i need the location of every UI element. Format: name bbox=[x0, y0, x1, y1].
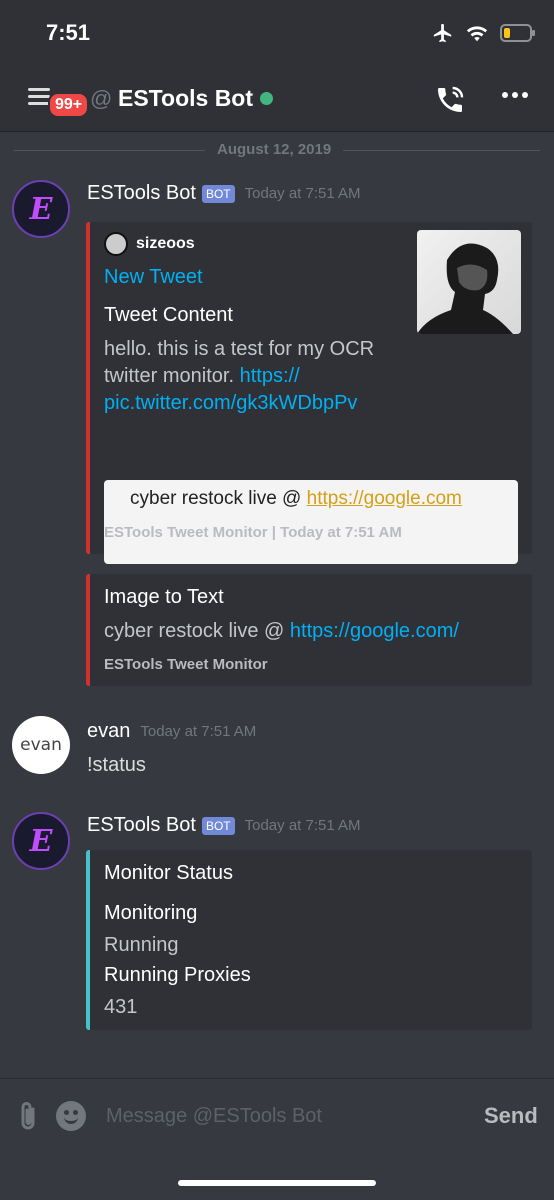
timestamp: Today at 7:51 AM bbox=[140, 723, 257, 740]
message-header: evan Today at 7:51 AM bbox=[87, 720, 256, 743]
embed-field-name: Image to Text bbox=[104, 586, 224, 608]
message-content: !status bbox=[87, 754, 146, 776]
send-button[interactable]: Send bbox=[484, 1103, 538, 1129]
call-icon[interactable] bbox=[434, 84, 466, 116]
ocr-link[interactable]: https://google.com/ bbox=[290, 620, 459, 642]
embed-field-value: 431 bbox=[104, 996, 138, 1018]
embed-footer: ESTools Tweet Monitor | Today at 7:51 AM bbox=[104, 524, 402, 541]
battery-level bbox=[504, 28, 510, 38]
bot-tag: BOT bbox=[201, 816, 235, 835]
status-embed: Monitor Status Monitoring Running Runnin… bbox=[86, 850, 532, 1030]
embed-image[interactable]: cyber restock live @ https://google.com bbox=[104, 480, 518, 564]
tweet-author-thumbnail[interactable] bbox=[417, 230, 521, 334]
embed-image-text: cyber restock live @ https://google.com bbox=[130, 488, 462, 510]
emoji-icon[interactable] bbox=[56, 1101, 86, 1131]
embed-field-value: Running bbox=[104, 934, 179, 956]
embed-author-avatar bbox=[104, 232, 128, 256]
image-text: cyber restock live @ bbox=[130, 488, 307, 509]
author-name[interactable]: ESTools Bot bbox=[87, 182, 196, 205]
status-time: 7:51 bbox=[46, 20, 91, 45]
embed-title-link[interactable]: New Tweet bbox=[104, 266, 203, 289]
status-bar: 7:51 bbox=[0, 0, 554, 68]
menu-icon[interactable] bbox=[28, 88, 50, 106]
channel-header: 99+ @ ESTools Bot bbox=[0, 68, 554, 132]
wifi-icon bbox=[466, 26, 488, 42]
image-link: https://google.com bbox=[306, 488, 462, 509]
user-avatar[interactable]: evan bbox=[12, 716, 70, 774]
timestamp: Today at 7:51 AM bbox=[244, 817, 361, 834]
embed-footer: ESTools Tweet Monitor bbox=[104, 656, 268, 673]
home-indicator[interactable] bbox=[178, 1180, 376, 1186]
tweet-embed: sizeoos New Tweet Tweet Content hello. t… bbox=[86, 222, 532, 564]
message-input[interactable] bbox=[96, 1097, 466, 1135]
avatar-text: evan bbox=[20, 735, 62, 755]
embed-field-name: Monitoring bbox=[104, 902, 198, 924]
battery-icon bbox=[500, 24, 535, 42]
embed-title: Monitor Status bbox=[104, 862, 233, 884]
bot-tag: BOT bbox=[201, 184, 235, 203]
embed-field-value: hello. this is a test for my OCR twitter… bbox=[104, 336, 374, 417]
embed-author-name: sizeoos bbox=[136, 235, 195, 252]
bot-avatar[interactable]: E bbox=[12, 180, 70, 238]
embed-field-name: Tweet Content bbox=[104, 304, 233, 326]
embed-author: sizeoos bbox=[104, 232, 195, 256]
ocr-embed: Image to Text cyber restock live @ https… bbox=[86, 574, 532, 686]
author-name[interactable]: ESTools Bot bbox=[87, 814, 196, 837]
online-status-icon bbox=[260, 92, 273, 105]
tweet-link[interactable]: pic.twitter.com/gk3kWDbpPv bbox=[104, 392, 357, 414]
unread-badge: 99+ bbox=[48, 92, 90, 118]
bot-avatar[interactable]: E bbox=[12, 812, 70, 870]
status-icons bbox=[432, 22, 535, 44]
tweet-link[interactable]: https:// bbox=[240, 365, 300, 387]
more-options-icon[interactable] bbox=[502, 92, 528, 98]
airplane-icon bbox=[433, 23, 452, 43]
embed-field-name: Running Proxies bbox=[104, 964, 251, 986]
author-name[interactable]: evan bbox=[87, 720, 130, 743]
channel-title[interactable]: ESTools Bot bbox=[118, 85, 253, 112]
portrait-image bbox=[417, 243, 513, 334]
attachment-icon[interactable] bbox=[16, 1101, 40, 1133]
ocr-text: cyber restock live @ bbox=[104, 620, 290, 642]
embed-field-value: cyber restock live @ https://google.com/ bbox=[104, 618, 459, 645]
timestamp: Today at 7:51 AM bbox=[244, 185, 361, 202]
bot-logo-icon: E bbox=[29, 823, 53, 859]
message-header: ESTools Bot BOT Today at 7:51 AM bbox=[87, 814, 361, 837]
at-symbol: @ bbox=[90, 86, 113, 111]
tweet-text-line: twitter monitor. bbox=[104, 365, 240, 387]
bot-logo-icon: E bbox=[29, 191, 53, 227]
tweet-text-line: hello. this is a test for my OCR bbox=[104, 338, 375, 360]
message-header: ESTools Bot BOT Today at 7:51 AM bbox=[87, 182, 361, 205]
date-divider: August 12, 2019 bbox=[205, 141, 344, 158]
